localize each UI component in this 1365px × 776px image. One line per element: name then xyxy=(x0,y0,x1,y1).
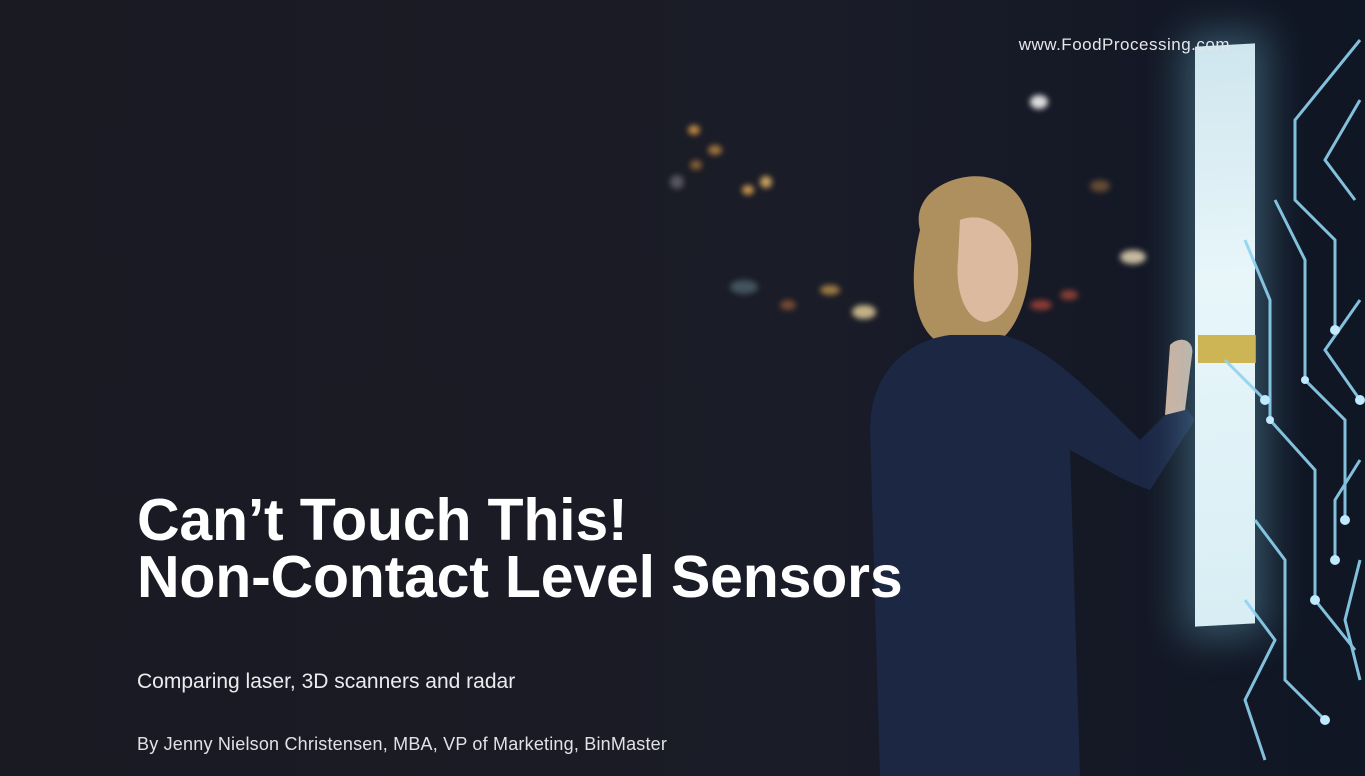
bokeh-light xyxy=(820,285,840,295)
bokeh-light xyxy=(670,175,684,189)
bokeh-light xyxy=(780,300,796,310)
subtitle: Comparing laser, 3D scanners and radar xyxy=(137,670,516,693)
author-byline: By Jenny Nielson Christensen, MBA, VP of… xyxy=(137,734,668,754)
bokeh-light xyxy=(760,176,772,188)
bokeh-light xyxy=(708,145,722,155)
title-line-2: Non-Contact Level Sensors xyxy=(137,544,903,610)
bokeh-light xyxy=(690,160,702,170)
site-url[interactable]: www.FoodProcessing.com xyxy=(1019,35,1230,55)
hero-slide: www.FoodProcessing.com Can’t Touch This!… xyxy=(0,0,1365,776)
title-line-1: Can’t Touch This! xyxy=(137,487,628,553)
circuit-graphic xyxy=(1223,39,1365,761)
bokeh-light xyxy=(742,185,754,195)
page-title: Can’t Touch This! Non-Contact Level Sens… xyxy=(137,487,903,610)
bokeh-light xyxy=(688,125,700,135)
woman-silhouette xyxy=(870,176,1195,776)
bokeh-light xyxy=(730,280,758,294)
bokeh-light xyxy=(1030,95,1048,109)
